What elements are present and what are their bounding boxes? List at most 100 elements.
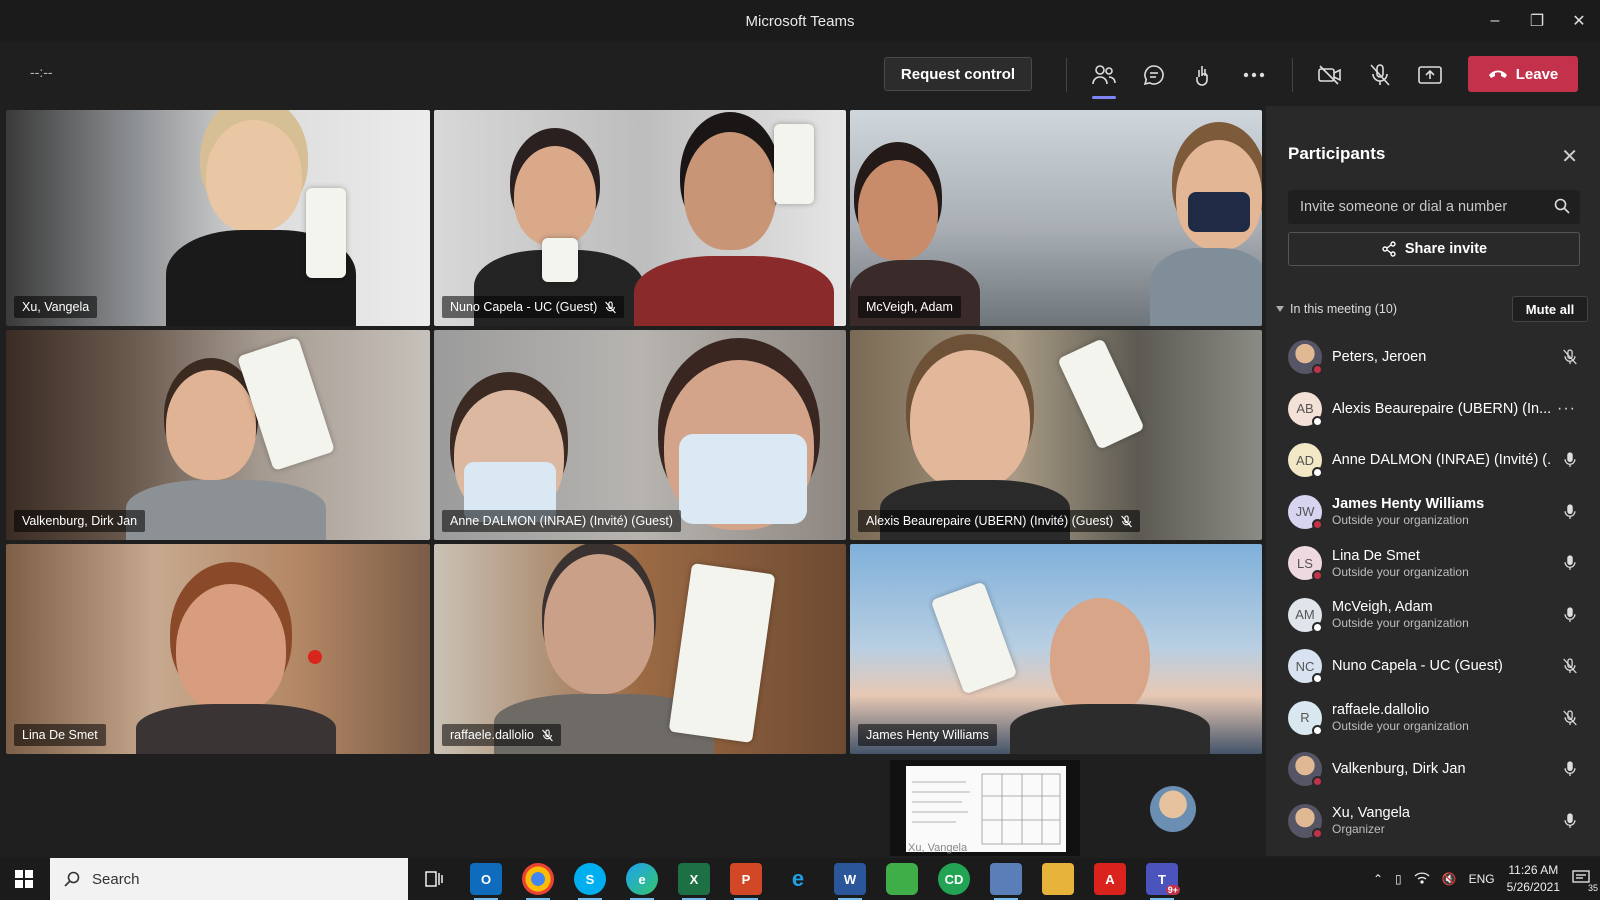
powerpoint-icon[interactable]: P — [730, 863, 762, 900]
skype-icon[interactable]: S — [574, 863, 606, 900]
mic-icon[interactable] — [1560, 605, 1580, 625]
request-control-button[interactable]: Request control — [884, 57, 1032, 91]
video-tile[interactable]: James Henty Williams — [850, 544, 1262, 754]
video-tile[interactable]: Alexis Beaurepaire (UBERN) (Invité) (Gue… — [850, 330, 1262, 540]
participant-text: Xu, Vangela Organizer — [1332, 805, 1552, 836]
face-mask — [679, 434, 807, 524]
file-explorer-icon[interactable] — [1042, 863, 1074, 895]
teams-icon[interactable]: T 9+ — [1146, 863, 1180, 900]
remote-desktop-icon[interactable] — [990, 863, 1022, 900]
video-tile[interactable]: McVeigh, Adam — [850, 110, 1262, 326]
participant-row[interactable]: Rraffaele.dallolio Outside your organizat… — [1266, 693, 1600, 743]
close-panel-icon[interactable]: ✕ — [1561, 144, 1578, 169]
leave-button[interactable]: Leave — [1468, 56, 1578, 92]
avatar-initials: AB — [1296, 401, 1314, 416]
app-icon[interactable] — [886, 863, 918, 895]
avatar-initials: LS — [1297, 555, 1313, 571]
tile-nameplate: James Henty Williams — [858, 724, 997, 746]
participant-row[interactable]: Valkenburg, Dirk Jan — [1266, 744, 1600, 794]
app-icon[interactable]: CD — [938, 863, 970, 895]
participant-row[interactable]: Peters, Jeroen — [1266, 332, 1600, 382]
participant-name: Xu, Vangela — [1332, 805, 1410, 821]
muted-mic-icon[interactable] — [1560, 347, 1580, 367]
more-options-icon[interactable] — [1236, 57, 1272, 93]
video-tile[interactable]: Valkenburg, Dirk Jan — [6, 330, 430, 540]
leave-label: Leave — [1515, 65, 1559, 83]
notifications-icon[interactable]: 35 — [1572, 869, 1598, 893]
video-tile[interactable]: Xu, Vangela — [6, 110, 430, 326]
notification-count: 35 — [1587, 882, 1598, 893]
meeting-section-header[interactable]: In this meeting (10) — [1276, 302, 1397, 316]
participant-subtitle: Outside your organization — [1332, 564, 1469, 579]
participant-row[interactable]: NC Nuno Capela - UC (Guest) — [1266, 641, 1600, 691]
acrobat-icon[interactable]: A — [1094, 863, 1126, 895]
avatar: LS — [1288, 546, 1323, 581]
mic-icon[interactable] — [1560, 553, 1580, 573]
outlook-icon[interactable]: O — [470, 863, 502, 900]
wifi-icon[interactable] — [1414, 871, 1430, 887]
windows-start-icon[interactable] — [0, 858, 48, 900]
tile-nameplate: Valkenburg, Dirk Jan — [14, 510, 146, 532]
mic-icon[interactable] — [1560, 759, 1580, 779]
shared-content-thumbnail[interactable]: Xu, Vangela — [890, 760, 1080, 856]
teams-badge: 9+ — [1165, 885, 1180, 895]
close-window-icon[interactable]: ✕ — [1558, 0, 1600, 42]
invite-input[interactable]: Invite someone or dial a number — [1288, 190, 1580, 224]
self-view-avatar[interactable] — [1150, 786, 1196, 832]
muted-mic-icon[interactable] — [1560, 708, 1580, 728]
participant-text: James Henty Williams Outside your organiz… — [1332, 496, 1552, 527]
participant-name: Nuno Capela - UC (Guest) — [1332, 658, 1503, 674]
restore-icon[interactable]: ❐ — [1516, 0, 1558, 42]
clock[interactable]: 11:26 AM 5/26/2021 — [1507, 862, 1560, 896]
mic-off-icon[interactable] — [1362, 57, 1398, 93]
presence-status-icon — [1312, 621, 1323, 633]
participant-text: Nuno Capela - UC (Guest) — [1332, 658, 1552, 674]
participant-row[interactable]: AM McVeigh, Adam Outside your organization — [1266, 590, 1600, 640]
minimize-icon[interactable]: – — [1474, 0, 1516, 42]
chat-icon[interactable] — [1136, 57, 1172, 93]
participant-row[interactable]: JW James Henty Williams Outside your organ… — [1266, 487, 1600, 537]
participant-row[interactable]: Xu, Vangela Organizer — [1266, 796, 1600, 846]
video-tile[interactable]: raffaele.dallolio — [434, 544, 846, 754]
avatar — [1288, 803, 1323, 839]
task-view-icon[interactable] — [418, 863, 450, 895]
mic-icon[interactable] — [1560, 450, 1580, 470]
taskbar-search[interactable]: Search — [50, 858, 408, 900]
system-tray: ⌃ ▯ 🔇 ENG 11:26 AM 5/26/2021 35 — [1373, 858, 1598, 900]
participant-name: raffaele.dallolio — [1332, 702, 1430, 718]
window-title: Microsoft Teams — [745, 12, 855, 30]
reactions-icon[interactable] — [1186, 57, 1222, 93]
more-options-icon[interactable]: ··· — [1557, 400, 1576, 418]
mic-icon[interactable] — [1560, 502, 1580, 522]
muted-mic-icon[interactable] — [1560, 656, 1580, 676]
battery-icon[interactable]: ▯ — [1395, 872, 1402, 886]
participant-row[interactable]: AB Alexis Beaurepaire (UBERN) (In... ··· — [1266, 384, 1600, 434]
internet-explorer-icon[interactable]: e — [782, 863, 814, 895]
participant-row[interactable]: LS Lina De Smet Outside your organization — [1266, 538, 1600, 588]
participant-text: raffaele.dallolio Outside your organizati… — [1332, 702, 1552, 733]
share-invite-button[interactable]: Share invite — [1288, 232, 1580, 266]
excel-icon[interactable]: X — [678, 863, 710, 900]
participants-icon[interactable] — [1086, 57, 1122, 99]
participant-row[interactable]: AD Anne DALMON (INRAE) (Invité) (... — [1266, 435, 1600, 485]
mute-all-button[interactable]: Mute all — [1512, 296, 1588, 322]
video-tile[interactable]: Anne DALMON (INRAE) (Invité) (Guest) — [434, 330, 846, 540]
participant-text: McVeigh, Adam Outside your organization — [1332, 599, 1552, 630]
volume-muted-icon[interactable]: 🔇 — [1442, 872, 1457, 886]
share-screen-icon[interactable] — [1412, 57, 1448, 93]
avatar: NC — [1288, 649, 1323, 684]
avatar: AD — [1288, 443, 1323, 478]
language-indicator[interactable]: ENG — [1469, 872, 1495, 886]
camera-off-icon[interactable] — [1312, 57, 1348, 93]
chrome-icon[interactable] — [522, 863, 554, 900]
search-icon — [64, 871, 80, 887]
word-icon[interactable]: W — [834, 863, 866, 900]
video-tile[interactable]: Nuno Capela - UC (Guest) — [434, 110, 846, 326]
muted-mic-icon — [542, 728, 553, 741]
edge-icon[interactable]: e — [626, 863, 658, 900]
participants-panel: Participants ✕ Invite someone or dial a … — [1266, 106, 1600, 856]
video-tile[interactable]: Lina De Smet — [6, 544, 430, 754]
mic-icon[interactable] — [1560, 811, 1580, 831]
chevron-up-icon[interactable]: ⌃ — [1373, 872, 1383, 886]
presence-status-icon — [1312, 827, 1323, 839]
